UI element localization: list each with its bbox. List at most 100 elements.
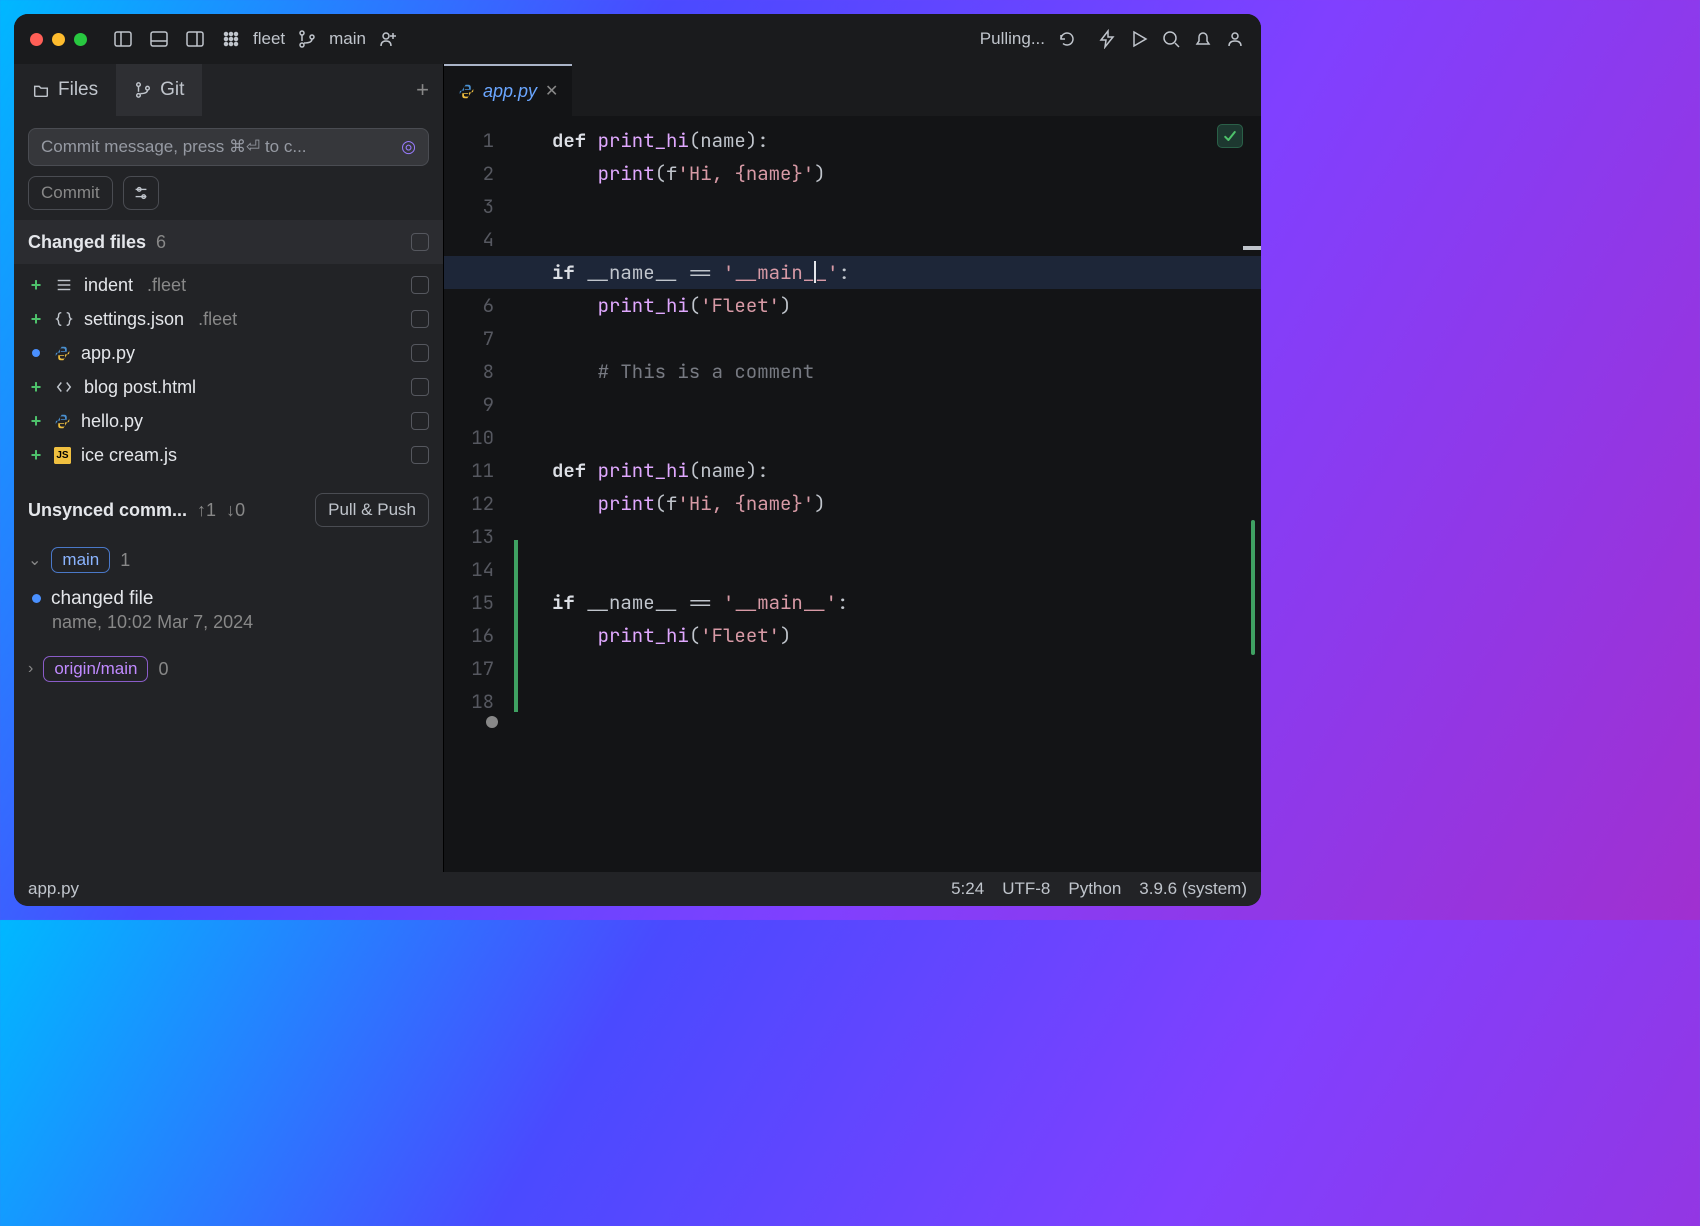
code-line[interactable] bbox=[552, 223, 1261, 256]
code-line[interactable]: if __name__ == '__main__': bbox=[552, 586, 1261, 619]
close-window[interactable] bbox=[30, 33, 43, 46]
pull-push-button[interactable]: Pull & Push bbox=[315, 493, 429, 527]
select-all-checkbox[interactable] bbox=[411, 233, 429, 251]
line-number[interactable]: 10 bbox=[444, 421, 514, 454]
code-line[interactable] bbox=[552, 652, 1261, 685]
line-number[interactable]: 1 bbox=[444, 124, 514, 157]
line-number[interactable]: 2 bbox=[444, 157, 514, 190]
main-area: Files Git + Commit message, press ⌘⏎ to … bbox=[14, 64, 1261, 872]
file-row[interactable]: app.py bbox=[24, 336, 433, 370]
code-line[interactable]: # This is a comment bbox=[552, 355, 1261, 388]
code-line[interactable] bbox=[552, 520, 1261, 553]
file-name: blog post.html bbox=[84, 377, 196, 398]
line-number[interactable]: 14 bbox=[444, 553, 514, 586]
run-icon[interactable] bbox=[1129, 29, 1149, 49]
status-cursor[interactable]: 5:24 bbox=[951, 879, 984, 899]
code-line[interactable] bbox=[552, 685, 1261, 718]
code-line[interactable] bbox=[552, 421, 1261, 454]
notifications-icon[interactable] bbox=[1193, 29, 1213, 49]
commit-settings-button[interactable] bbox=[123, 176, 159, 210]
chevron-down-icon: ⌄ bbox=[28, 550, 41, 570]
code-line[interactable] bbox=[552, 190, 1261, 223]
file-checkbox[interactable] bbox=[411, 378, 429, 396]
commit-item[interactable]: changed filename, 10:02 Mar 7, 2024 bbox=[14, 582, 443, 647]
code-line[interactable]: print_hi('Fleet') bbox=[552, 289, 1261, 322]
file-checkbox[interactable] bbox=[411, 276, 429, 294]
branch-name[interactable]: main bbox=[329, 29, 366, 49]
commit-button[interactable]: Commit bbox=[28, 176, 113, 210]
code-line[interactable] bbox=[552, 388, 1261, 421]
line-number[interactable]: 3 bbox=[444, 190, 514, 223]
status-interpreter[interactable]: 3.9.6 (system) bbox=[1139, 879, 1247, 899]
file-checkbox[interactable] bbox=[411, 412, 429, 430]
file-row[interactable]: +settings.json.fleet bbox=[24, 302, 433, 336]
changed-files-header[interactable]: Changed files 6 bbox=[14, 220, 443, 264]
status-filename[interactable]: app.py bbox=[28, 879, 79, 899]
branch-icon[interactable] bbox=[297, 29, 317, 49]
panel-right-icon[interactable] bbox=[185, 29, 205, 49]
code-line[interactable]: print(f'Hi, {name}') bbox=[552, 157, 1261, 190]
add-user-icon[interactable] bbox=[378, 29, 398, 49]
line-number[interactable]: 6 bbox=[444, 289, 514, 322]
panel-bottom-icon[interactable] bbox=[149, 29, 169, 49]
file-row[interactable]: +blog post.html bbox=[24, 370, 433, 404]
lightning-icon[interactable] bbox=[1097, 29, 1117, 49]
window-controls bbox=[30, 33, 87, 46]
status-added-icon: + bbox=[28, 445, 44, 466]
tab-git[interactable]: Git bbox=[116, 64, 202, 116]
code-area[interactable]: 123456789101112131415161718 def print_hi… bbox=[444, 116, 1261, 872]
status-language[interactable]: Python bbox=[1068, 879, 1121, 899]
code-line[interactable]: print_hi('Fleet') bbox=[552, 619, 1261, 652]
sliders-icon bbox=[132, 184, 150, 202]
file-row[interactable]: +hello.py bbox=[24, 404, 433, 438]
code-line[interactable]: def print_hi(name): bbox=[552, 454, 1261, 487]
js-file-icon: JS bbox=[54, 447, 71, 464]
commit-message-input[interactable]: Commit message, press ⌘⏎ to c... ◎ bbox=[28, 128, 429, 166]
apps-icon[interactable] bbox=[221, 29, 241, 49]
code-line[interactable]: print(f'Hi, {name}') bbox=[552, 487, 1261, 520]
line-number[interactable]: 15 bbox=[444, 586, 514, 619]
branch-row[interactable]: ⌄main1 bbox=[14, 538, 443, 582]
line-number[interactable]: 9 bbox=[444, 388, 514, 421]
code-line[interactable] bbox=[552, 322, 1261, 355]
breakpoint-dot[interactable] bbox=[486, 716, 498, 728]
line-number[interactable]: 7 bbox=[444, 322, 514, 355]
line-number[interactable]: 12 bbox=[444, 487, 514, 520]
code-line[interactable] bbox=[552, 553, 1261, 586]
gutter-marks bbox=[514, 116, 522, 872]
file-row[interactable]: +JSice cream.js bbox=[24, 438, 433, 472]
line-number[interactable]: 18 bbox=[444, 685, 514, 718]
minimize-window[interactable] bbox=[52, 33, 65, 46]
close-tab-icon[interactable]: ✕ bbox=[545, 81, 558, 101]
commit-msg: changed file bbox=[51, 588, 153, 609]
status-added-icon: + bbox=[28, 275, 44, 296]
add-view-button[interactable]: + bbox=[202, 77, 443, 103]
py-file-icon bbox=[54, 413, 71, 430]
editor-tab[interactable]: app.py ✕ bbox=[444, 64, 572, 116]
status-added-icon: + bbox=[28, 411, 44, 432]
code-content[interactable]: def print_hi(name): print(f'Hi, {name}')… bbox=[522, 116, 1261, 872]
line-number[interactable]: 11 bbox=[444, 454, 514, 487]
panel-left-icon[interactable] bbox=[113, 29, 133, 49]
status-encoding[interactable]: UTF-8 bbox=[1002, 879, 1050, 899]
code-line[interactable]: def print_hi(name): bbox=[552, 124, 1261, 157]
branch-row[interactable]: ›origin/main0 bbox=[14, 647, 443, 691]
profile-icon[interactable] bbox=[1225, 29, 1245, 49]
refresh-icon[interactable] bbox=[1057, 29, 1077, 49]
file-row[interactable]: +indent.fleet bbox=[24, 268, 433, 302]
file-checkbox[interactable] bbox=[411, 344, 429, 362]
file-checkbox[interactable] bbox=[411, 310, 429, 328]
code-line[interactable]: if __name__ == '__main__': bbox=[444, 256, 1261, 289]
search-icon[interactable] bbox=[1161, 29, 1181, 49]
file-checkbox[interactable] bbox=[411, 446, 429, 464]
line-number[interactable]: 8 bbox=[444, 355, 514, 388]
tab-files[interactable]: Files bbox=[14, 64, 116, 116]
status-ok-badge[interactable] bbox=[1217, 124, 1243, 148]
ai-icon[interactable]: ◎ bbox=[401, 137, 416, 157]
line-number[interactable]: 13 bbox=[444, 520, 514, 553]
project-name[interactable]: fleet bbox=[253, 29, 285, 49]
maximize-window[interactable] bbox=[74, 33, 87, 46]
line-number[interactable]: 4 bbox=[444, 223, 514, 256]
line-number[interactable]: 17 bbox=[444, 652, 514, 685]
line-number[interactable]: 16 bbox=[444, 619, 514, 652]
